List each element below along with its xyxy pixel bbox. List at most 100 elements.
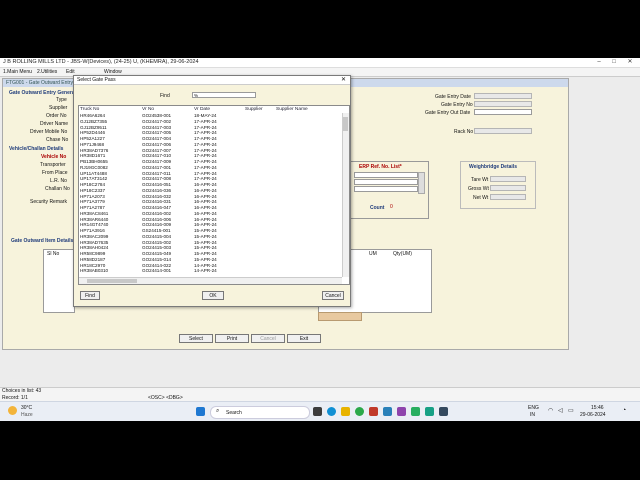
vr-date-cell: 17-APR-24 bbox=[194, 141, 217, 147]
list-item[interactable]: HR18C2970 GO24414-022 14-APR-24 bbox=[79, 263, 341, 268]
list-item[interactable]: HP18C2784 GO24416-051 16-APR-24 bbox=[79, 182, 341, 187]
app-icon-red[interactable] bbox=[369, 407, 378, 416]
list-item[interactable]: HR38AR6440 GO24416-006 16-APR-24 bbox=[79, 217, 341, 222]
col-supplier: Supplier bbox=[245, 107, 263, 112]
maximize-icon[interactable]: □ bbox=[607, 58, 621, 67]
col-qty: Qty(UM) bbox=[393, 251, 412, 257]
vr-no-cell: GO24417-009 bbox=[142, 159, 172, 164]
list-item[interactable]: HR38AC8461 GO24416-002 16-APR-24 bbox=[79, 211, 341, 216]
list-horizontal-scrollbar[interactable] bbox=[79, 277, 342, 284]
list-item[interactable]: HP18C2337 GO24416-036 16-APR-24 bbox=[79, 188, 341, 193]
gate-pass-list[interactable]: Truck No Vr No Vr Date Supplier Supplier… bbox=[78, 105, 350, 285]
list-item[interactable]: PB13BH0655 GO24417-009 17-APR-24 bbox=[79, 159, 341, 164]
volume-icon[interactable]: ◁ bbox=[558, 407, 563, 414]
vr-date-cell: 16-APR-24 bbox=[194, 222, 217, 228]
vr-no-cell: GO24416-032 bbox=[142, 193, 172, 199]
taskbar-search[interactable]: ⌕ Search bbox=[210, 406, 310, 419]
start-icon[interactable] bbox=[196, 407, 205, 416]
list-item[interactable]: HR38AH0424 GO24415-003 15-APR-24 bbox=[79, 245, 341, 250]
battery-icon[interactable]: ▭ bbox=[568, 407, 574, 414]
list-item[interactable]: HP71A2787 GO24416-047 16-APR-24 bbox=[79, 205, 341, 210]
list-item[interactable]: HR38D1671 GO24417-010 17-APR-24 bbox=[79, 153, 341, 158]
dialog-find-button[interactable]: Find bbox=[80, 291, 100, 300]
find-label: Find bbox=[160, 93, 170, 99]
vr-date-cell: 14-APR-24 bbox=[194, 262, 217, 268]
list-item[interactable]: HP52D4446 GO24417-005 17-APR-24 bbox=[79, 130, 341, 135]
language[interactable]: ENG bbox=[528, 405, 539, 411]
list-item[interactable]: HR38AD7635 GO24415-002 15-APR-24 bbox=[79, 240, 341, 245]
weather-temp: 30°C bbox=[21, 405, 33, 411]
col-um: UM bbox=[369, 251, 377, 257]
list-item[interactable]: HR58D2187 GO24415-014 15-APR-24 bbox=[79, 257, 341, 262]
vr-date-cell: 15-APR-24 bbox=[194, 228, 217, 233]
dialog-close-icon[interactable]: ✕ bbox=[341, 76, 346, 83]
list-item[interactable]: HP71J9468 GO24417-006 17-APR-24 bbox=[79, 142, 341, 147]
list-item[interactable]: HR38AC2099 GO24415-004 15-APR-24 bbox=[79, 234, 341, 239]
label-gate-entry-no: Gate Entry No bbox=[441, 102, 473, 108]
dialog-ok-button[interactable]: OK bbox=[202, 291, 224, 300]
erp-ref-scrollbar[interactable] bbox=[418, 172, 425, 194]
close-icon[interactable]: ✕ bbox=[623, 58, 637, 67]
list-item[interactable]: GJ12BZ9511 GO24417-003 17-APR-24 bbox=[79, 125, 341, 130]
find-input[interactable]: % bbox=[192, 92, 256, 98]
erp-ref-row[interactable] bbox=[354, 172, 418, 178]
file-explorer-icon[interactable] bbox=[341, 407, 350, 416]
vr-no-cell: GO24417-003 bbox=[142, 124, 172, 130]
list-item[interactable]: HP71A3916 GS24415-001 15-APR-24 bbox=[79, 228, 341, 233]
print-button[interactable]: Print bbox=[215, 334, 249, 343]
erp-ref-row[interactable] bbox=[354, 179, 418, 185]
list-item[interactable]: HP71A3779 GO24416-031 16-APR-24 bbox=[79, 199, 341, 204]
gate-entry-out-date-field[interactable] bbox=[474, 109, 532, 115]
notification-icon[interactable]: ◔ bbox=[622, 407, 626, 414]
list-item[interactable]: HR38AB0310 GO24414-001 14-APR-24 bbox=[79, 268, 341, 273]
list-item[interactable]: UP17AT3142 GO24417-008 17-APR-24 bbox=[79, 176, 341, 181]
list-item[interactable]: HR58C9899 GO24415-049 15-APR-24 bbox=[79, 251, 341, 256]
task-view-icon[interactable] bbox=[313, 407, 322, 416]
erp-ref-row[interactable] bbox=[354, 186, 418, 192]
desktop-screen: J B ROLLING MILLS LTD - JBS-W(Devices), … bbox=[0, 58, 640, 421]
minimize-icon[interactable]: – bbox=[592, 58, 606, 67]
list-item[interactable]: HP71A2073 GO24416-032 16-APR-24 bbox=[79, 194, 341, 199]
item-grid-left[interactable]: Sl No bbox=[43, 249, 75, 313]
col-supplier-name: Supplier Name bbox=[276, 107, 308, 112]
gate-entry-no-field[interactable] bbox=[474, 101, 532, 107]
app-icon-dark[interactable] bbox=[439, 407, 448, 416]
list-item[interactable]: HR46A6264 GO24538-001 18-MAY-24 bbox=[79, 113, 341, 118]
exit-button[interactable]: Exit bbox=[287, 334, 321, 343]
truck-no-cell: PB13BH0655 bbox=[80, 159, 108, 164]
net-wt-field[interactable] bbox=[490, 194, 526, 200]
weather-icon[interactable] bbox=[8, 406, 17, 415]
wifi-icon[interactable]: ◠ bbox=[548, 407, 553, 414]
edge-icon[interactable] bbox=[327, 407, 336, 416]
app-icon-teal[interactable] bbox=[425, 407, 434, 416]
list-item[interactable]: UP11AT4488 GO24417-011 17-APR-24 bbox=[79, 171, 341, 176]
truck-no-cell: HR14GT4740 bbox=[80, 222, 109, 228]
app-icon-green[interactable] bbox=[411, 407, 420, 416]
vr-date-cell: 16-APR-24 bbox=[194, 187, 217, 193]
gate-entry-date-field[interactable] bbox=[474, 93, 532, 99]
list-item[interactable]: GJ12BZ7355 GO24417-002 17-APR-24 bbox=[79, 119, 341, 124]
list-hscroll-thumb[interactable] bbox=[87, 279, 137, 283]
chrome-icon[interactable] bbox=[355, 407, 364, 416]
menu-utilities[interactable]: 2.Utilities bbox=[37, 69, 57, 75]
label-rack-no: Rack No bbox=[454, 129, 474, 135]
dialog-cancel-button[interactable]: Cancel bbox=[322, 291, 344, 300]
menu-main[interactable]: 1.Main Menu bbox=[3, 69, 32, 75]
vr-no-cell: GO24417-010 bbox=[142, 153, 172, 159]
list-item[interactable]: HP52A1227 GO24417-004 17-APR-24 bbox=[79, 136, 341, 141]
list-scroll-thumb[interactable] bbox=[343, 117, 348, 131]
list-item[interactable]: HR14GT4740 GO24416-009 16-APR-24 bbox=[79, 222, 341, 227]
tare-wt-field[interactable] bbox=[490, 176, 526, 182]
settings-icon[interactable] bbox=[397, 407, 406, 416]
select-button[interactable]: Select bbox=[179, 334, 213, 343]
list-item[interactable]: HR38AD7376 GO24417-007 17-APR-24 bbox=[79, 148, 341, 153]
gross-wt-field[interactable] bbox=[490, 185, 526, 191]
list-item[interactable]: RJ19GC0082 GO24417-001 17-APR-24 bbox=[79, 165, 341, 170]
rack-no-field[interactable] bbox=[474, 128, 532, 134]
cancel-form-button[interactable]: Cancel bbox=[251, 334, 285, 343]
vr-no-cell: GO24415-003 bbox=[142, 245, 172, 251]
app-icon-blue[interactable] bbox=[383, 407, 392, 416]
list-vertical-scrollbar[interactable] bbox=[342, 113, 349, 277]
truck-no-cell: HR38D1671 bbox=[80, 153, 106, 159]
vr-date-cell: 17-APR-24 bbox=[194, 124, 217, 130]
